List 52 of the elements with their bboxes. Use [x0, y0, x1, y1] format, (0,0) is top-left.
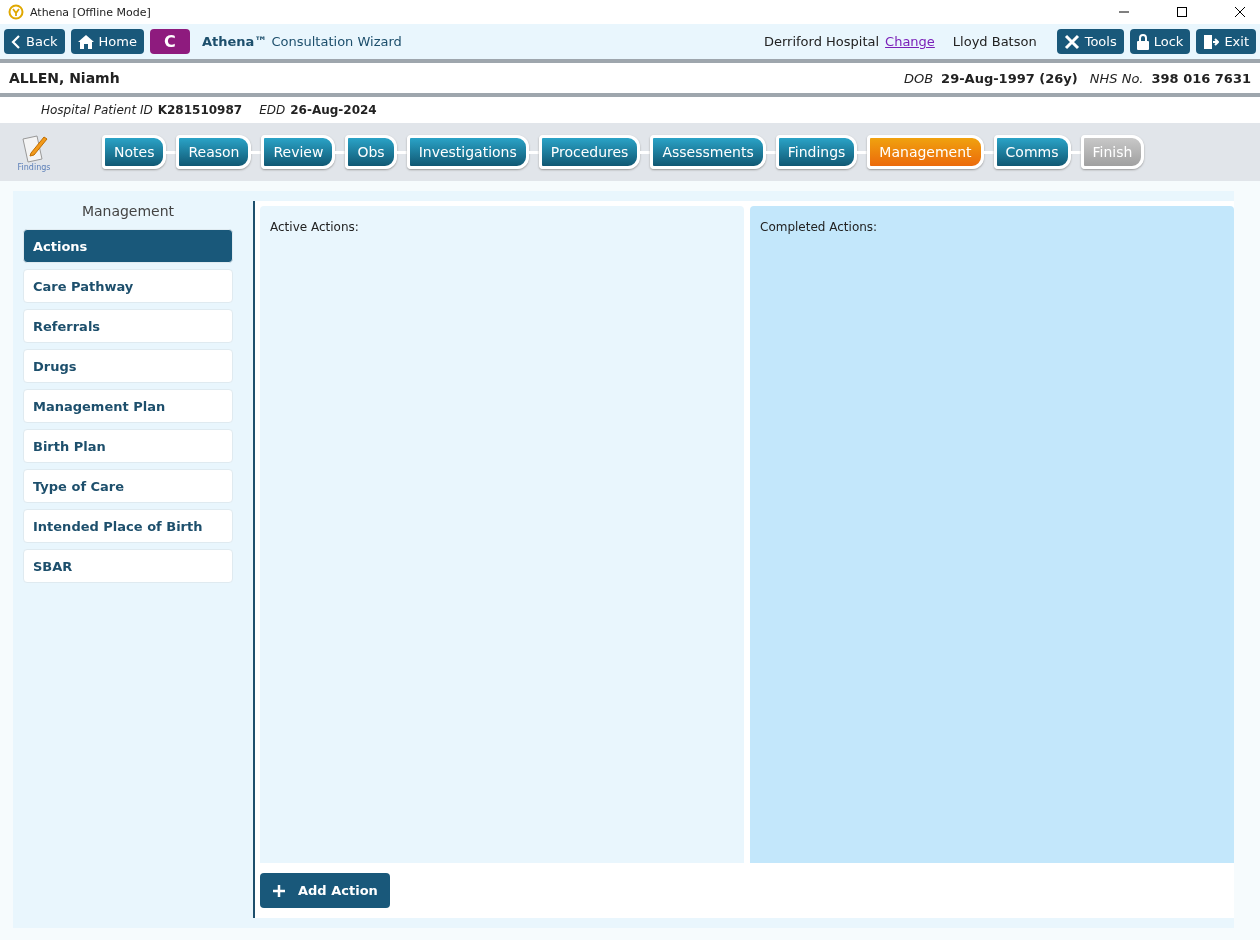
step-tab[interactable]: Procedures [538, 135, 641, 169]
sidebar-title: Management [80, 202, 176, 221]
hospital-id-value: K281510987 [157, 103, 243, 117]
hospital-id-label: Hospital Patient ID [41, 103, 153, 117]
step-tab[interactable]: Reason [176, 135, 252, 169]
user-name: Lloyd Batson [952, 34, 1037, 49]
step-tab[interactable]: Obs [345, 135, 397, 169]
app-logo-icon [8, 4, 24, 20]
maximize-icon[interactable] [1176, 6, 1188, 18]
nhs-label: NHS No. [1089, 70, 1144, 86]
window-title: Athena [Offline Mode] [30, 5, 151, 19]
home-button[interactable]: Home [70, 29, 144, 54]
dob-label: DOB [903, 70, 934, 86]
back-button[interactable]: Back [4, 29, 65, 54]
step-tab[interactable]: Comms [993, 135, 1071, 169]
exit-button[interactable]: Exit [1196, 29, 1256, 54]
c-button[interactable]: C [149, 29, 190, 54]
nhs-value: 398 016 7631 [1151, 70, 1251, 86]
panel-title: Active Actions: [270, 220, 359, 234]
sidebar-item[interactable]: Referrals [23, 309, 233, 343]
change-link[interactable]: Change [885, 34, 935, 49]
lock-button[interactable]: Lock [1129, 29, 1191, 54]
edd-label: EDD [259, 103, 286, 117]
sidebar-item[interactable]: Drugs [23, 349, 233, 383]
step-tab[interactable]: Findings [775, 135, 858, 169]
sidebar-item[interactable]: Care Pathway [23, 269, 233, 303]
sidebar-item[interactable]: Type of Care [23, 469, 233, 503]
sidebar-item[interactable]: Management Plan [23, 389, 233, 423]
lock-icon [1136, 33, 1149, 50]
step-tab[interactable]: Assessments [650, 135, 766, 169]
add-action-button[interactable]: Add Action [260, 873, 390, 908]
location-text: Derriford Hospital [763, 34, 880, 49]
sidebar-item[interactable]: SBAR [23, 549, 233, 583]
dob-value: 29-Aug-1997 (26y) [941, 70, 1078, 86]
step-tab[interactable]: Review [261, 135, 336, 169]
step-tab[interactable]: Notes [102, 135, 167, 169]
tools-button[interactable]: Tools [1056, 29, 1124, 54]
notepad-pencil-icon [19, 132, 49, 163]
panel-title: Completed Actions: [760, 220, 878, 234]
patient-name: ALLEN, Niamh [9, 70, 120, 86]
section-label: Findings [17, 162, 51, 172]
close-icon[interactable] [1234, 6, 1246, 18]
app-title: Athena™ Consultation Wizard [201, 34, 402, 49]
edd-value: 26-Aug-2024 [290, 103, 377, 117]
exit-door-icon [1203, 33, 1220, 50]
plus-icon [272, 883, 286, 898]
sidebar-item[interactable]: Intended Place of Birth [23, 509, 233, 543]
step-tab[interactable]: Investigations [406, 135, 529, 169]
sidebar-item[interactable]: Actions [23, 229, 233, 263]
chevron-left-icon [11, 34, 21, 49]
home-icon [77, 34, 94, 49]
sidebar-item[interactable]: Birth Plan [23, 429, 233, 463]
